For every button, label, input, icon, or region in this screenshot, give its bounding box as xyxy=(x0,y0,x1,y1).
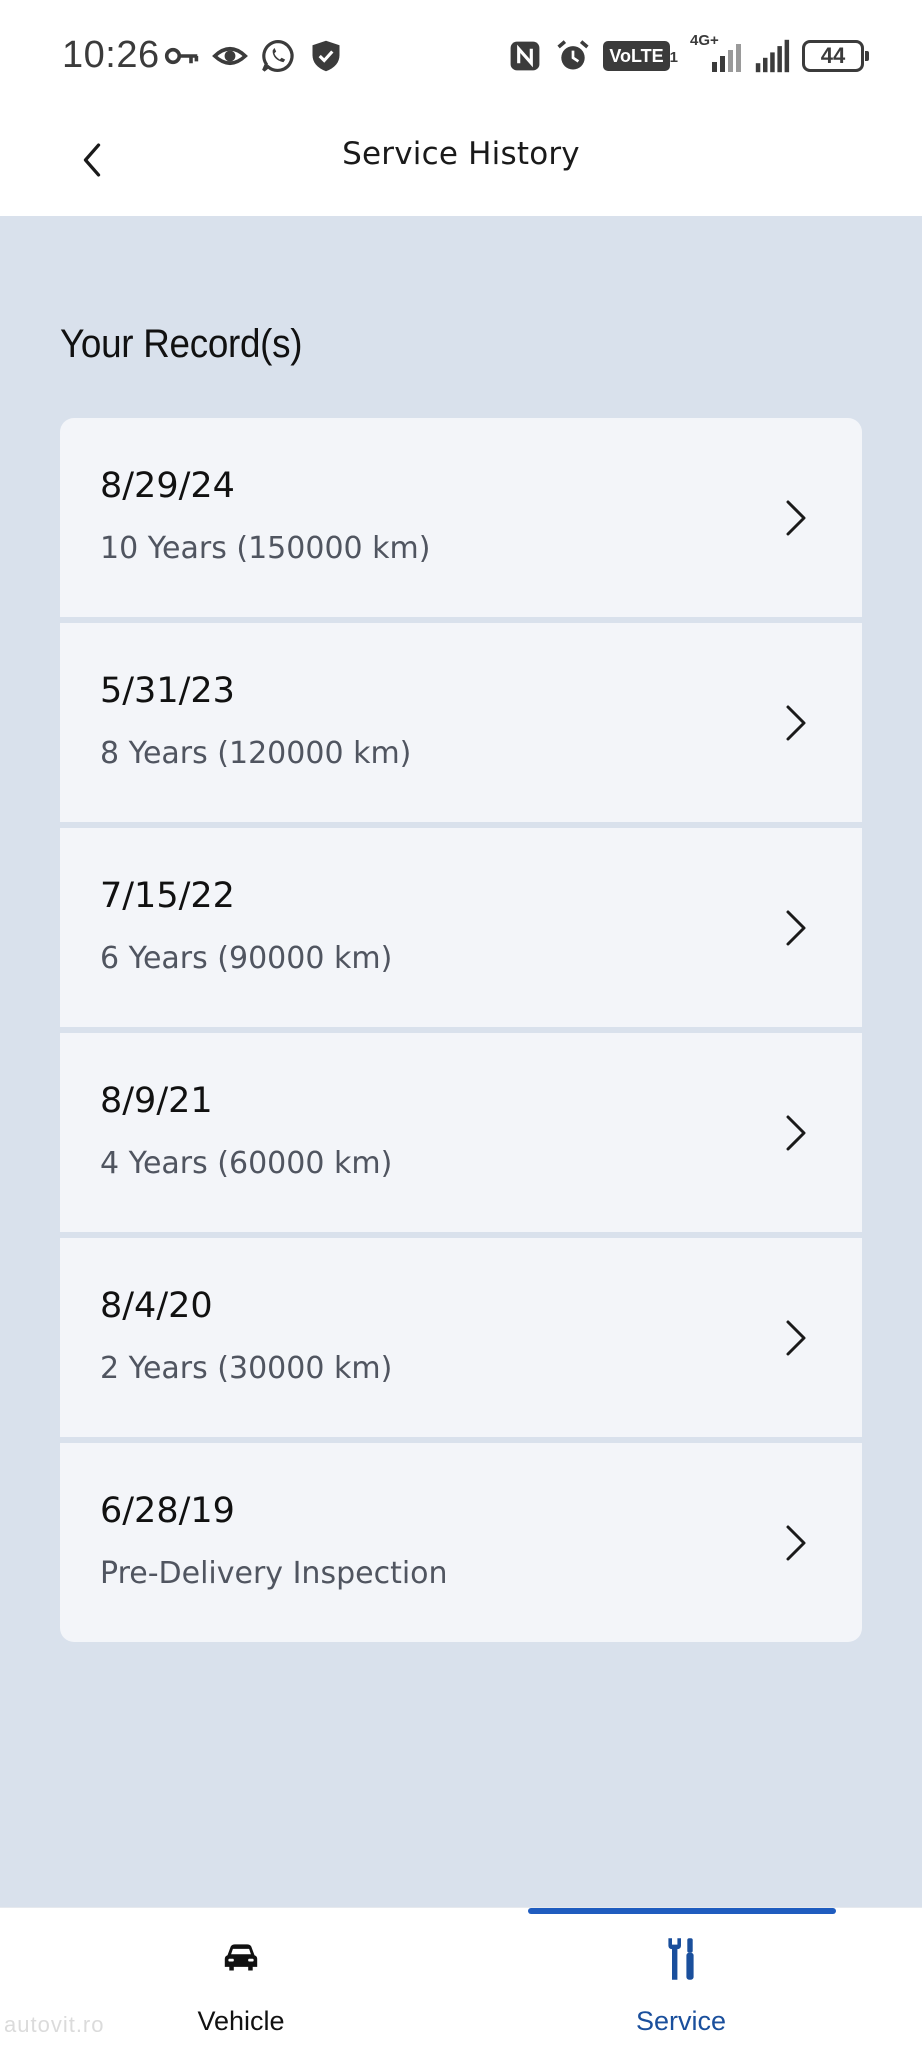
record-description: 8 Years (120000 km) xyxy=(100,736,412,771)
record-date: 8/29/24 xyxy=(100,466,235,506)
record-item[interactable]: 8/29/24 10 Years (150000 km) xyxy=(60,418,862,617)
section-title: Your Record(s) xyxy=(60,322,303,366)
car-icon xyxy=(224,1944,258,1971)
record-item[interactable]: 8/4/20 2 Years (30000 km) xyxy=(60,1238,862,1437)
watermark: autovit.ro xyxy=(4,2012,105,2037)
page-title: Service History xyxy=(342,136,580,172)
volte-icon: VoLTE 1 xyxy=(603,41,678,71)
shield-icon xyxy=(312,40,340,72)
record-item[interactable]: 8/9/21 4 Years (60000 km) xyxy=(60,1033,862,1232)
tab-service-label: Service xyxy=(635,2006,727,2036)
tab-service[interactable]: Service xyxy=(521,1908,841,2048)
record-description: 2 Years (30000 km) xyxy=(100,1351,393,1386)
record-description: 6 Years (90000 km) xyxy=(100,941,393,976)
wrench-screwdriver-icon xyxy=(668,1938,694,1980)
battery-icon: 44 xyxy=(802,40,869,72)
chevron-right-icon xyxy=(786,1525,806,1561)
bottom-nav: Vehicle Service xyxy=(0,1908,922,2048)
chevron-right-icon xyxy=(786,1320,806,1356)
volte-sim: 1 xyxy=(669,49,678,66)
record-date: 7/15/22 xyxy=(100,876,235,916)
tab-vehicle[interactable]: Vehicle xyxy=(81,1908,401,2048)
status-bar: 10:26 VoLTE 1 4G+ 44 xyxy=(0,0,922,110)
record-date: 8/4/20 xyxy=(100,1286,213,1326)
record-date: 5/31/23 xyxy=(100,671,235,711)
tab-vehicle-label: Vehicle xyxy=(197,2006,285,2036)
chevron-right-icon xyxy=(786,910,806,946)
record-date: 6/28/19 xyxy=(100,1491,235,1531)
whatsapp-icon xyxy=(262,40,294,72)
record-date: 8/9/21 xyxy=(100,1081,213,1121)
4g-signal-icon: 4G+ xyxy=(690,32,742,74)
app-header: Service History xyxy=(0,110,922,216)
chevron-right-icon xyxy=(786,500,806,536)
record-description: 4 Years (60000 km) xyxy=(100,1146,393,1181)
record-description: 10 Years (150000 km) xyxy=(100,531,431,566)
record-item[interactable]: 5/31/23 8 Years (120000 km) xyxy=(60,623,862,822)
signal-icon xyxy=(755,39,790,73)
key-icon xyxy=(164,47,199,65)
alarm-icon xyxy=(557,40,589,70)
status-time: 10:26 xyxy=(62,34,160,76)
status-right-icons: VoLTE 1 4G+ 44 xyxy=(507,32,869,74)
eye-icon xyxy=(212,47,248,65)
record-description: Pre-Delivery Inspection xyxy=(100,1556,448,1591)
record-list: 8/29/24 10 Years (150000 km) 5/31/23 8 Y… xyxy=(60,418,862,1642)
volte-label: VoLTE xyxy=(603,41,670,71)
record-item[interactable]: 7/15/22 6 Years (90000 km) xyxy=(60,828,862,1027)
nfc-icon xyxy=(510,41,540,71)
status-left-icons xyxy=(164,38,344,74)
record-item[interactable]: 6/28/19 Pre-Delivery Inspection xyxy=(60,1443,862,1642)
chevron-right-icon xyxy=(786,705,806,741)
chevron-right-icon xyxy=(786,1115,806,1151)
